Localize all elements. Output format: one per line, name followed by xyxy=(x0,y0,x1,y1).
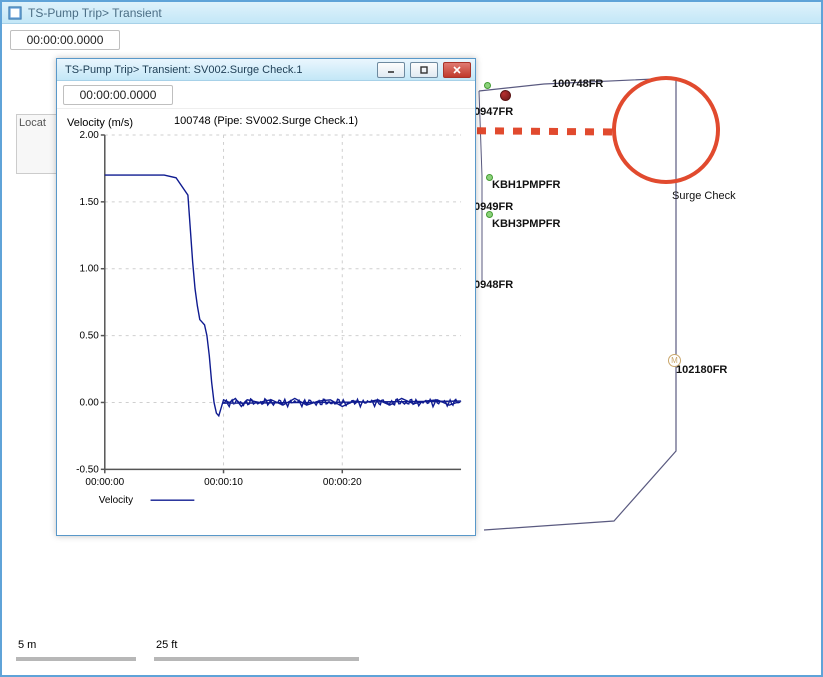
chart-window[interactable]: TS-Pump Trip> Transient: SV002.Surge Che… xyxy=(56,58,476,536)
svg-text:00:00:20: 00:00:20 xyxy=(323,477,362,488)
svg-text:0.50: 0.50 xyxy=(79,331,99,342)
minimize-button[interactable] xyxy=(377,62,405,78)
scale-label-ft: 25 ft xyxy=(156,639,177,651)
svg-text:00:00:00: 00:00:00 xyxy=(85,477,124,488)
svg-text:1.50: 1.50 xyxy=(79,197,99,208)
close-button[interactable] xyxy=(443,62,471,78)
svg-text:Velocity: Velocity xyxy=(99,495,133,506)
main-time-display[interactable]: 00:00:00.0000 xyxy=(10,30,120,50)
chart-toolbar: 00:00:00.0000 xyxy=(57,81,475,109)
pipe-label[interactable]: KBH3PMPFR xyxy=(492,218,560,230)
chart-plot[interactable]: -0.50 0.00 0.50 1.00 1.50 2.00 00:00:00 00:00:1… xyxy=(63,131,469,529)
pipe-label[interactable]: KBH1PMPFR xyxy=(492,179,560,191)
pipe-label[interactable]: 0949FR xyxy=(474,201,513,213)
app-icon xyxy=(8,6,22,20)
pipe-label[interactable]: 100748FR xyxy=(552,78,603,90)
annotation-circle xyxy=(612,76,720,184)
node-small[interactable] xyxy=(484,82,491,89)
main-window-title: TS-Pump Trip> Transient xyxy=(28,6,162,20)
main-toolbar: 00:00:00.0000 xyxy=(2,24,821,56)
scale-bar-m xyxy=(16,657,136,661)
chart-window-title: TS-Pump Trip> Transient: SV002.Surge Che… xyxy=(65,64,372,76)
chart-time-display[interactable]: 00:00:00.0000 xyxy=(63,85,173,105)
pipe-label[interactable]: 0947FR xyxy=(474,106,513,118)
maximize-button[interactable] xyxy=(410,62,438,78)
svg-text:1.00: 1.00 xyxy=(79,264,99,275)
surge-check-label[interactable]: Surge Check xyxy=(672,190,736,202)
chart-area: 100748 (Pipe: SV002.Surge Check.1) Veloc… xyxy=(63,115,469,529)
svg-text:0.00: 0.00 xyxy=(79,397,99,408)
svg-text:-0.50: -0.50 xyxy=(76,464,99,475)
node-dot[interactable] xyxy=(500,90,511,101)
scale-bar-ft xyxy=(154,657,359,661)
pipe-label[interactable]: 102180FR xyxy=(676,364,727,376)
chart-y-axis-label: Velocity (m/s) xyxy=(67,117,133,129)
chart-window-titlebar[interactable]: TS-Pump Trip> Transient: SV002.Surge Che… xyxy=(57,59,475,81)
svg-text:2.00: 2.00 xyxy=(79,131,99,141)
pipe-label[interactable]: 0948FR xyxy=(474,279,513,291)
main-titlebar: TS-Pump Trip> Transient xyxy=(2,2,821,24)
scale-label-m: 5 m xyxy=(18,639,36,651)
svg-text:00:00:10: 00:00:10 xyxy=(204,477,243,488)
